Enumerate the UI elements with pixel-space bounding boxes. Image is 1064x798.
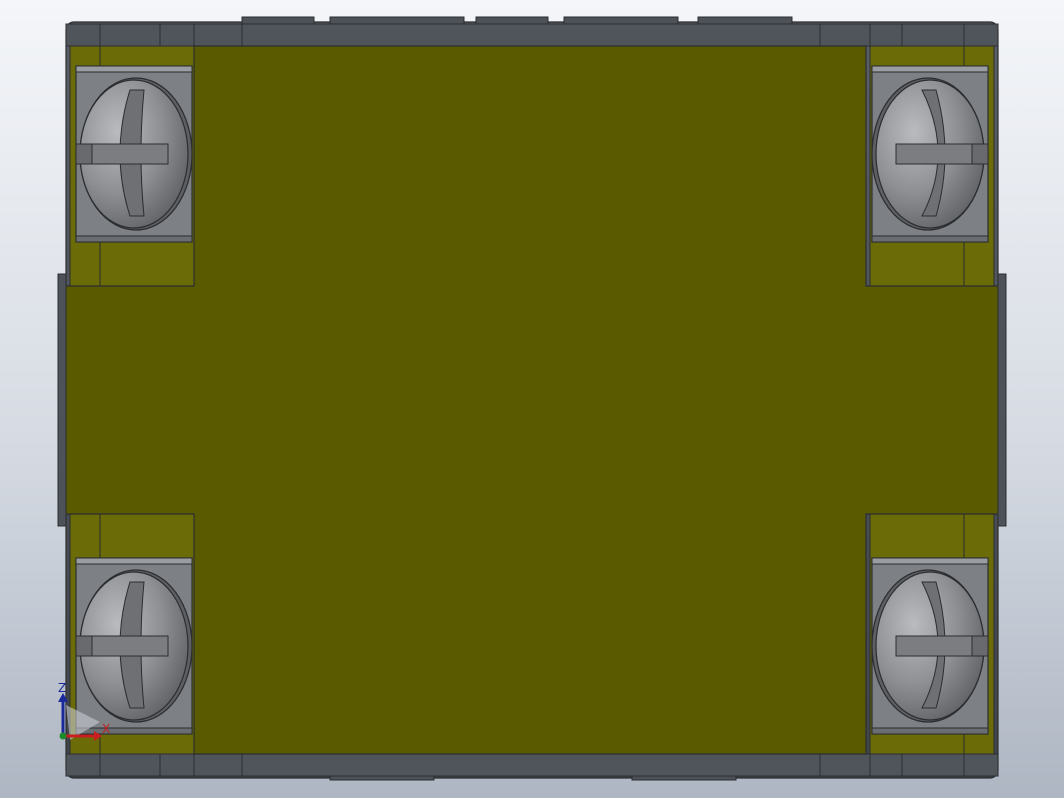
terminal-block-edge (75, 557, 193, 565)
terminal-block-base (871, 727, 989, 735)
terminal-top-left[interactable] (75, 65, 193, 243)
terminal-top-right[interactable] (871, 65, 989, 243)
terminal-block-edge (871, 65, 989, 73)
terminal-block-edge (75, 65, 193, 73)
top-rail (65, 23, 999, 47)
terminal-bottom-left[interactable] (75, 557, 193, 735)
cad-viewport[interactable]: Z X (0, 0, 1064, 798)
terminal-block-base (75, 235, 193, 243)
terminal-bottom-right[interactable] (871, 557, 989, 735)
terminal-block-edge (871, 557, 989, 565)
left-flange (57, 273, 67, 527)
bottom-rail (65, 753, 999, 777)
right-flange (997, 273, 1007, 527)
terminal-block-base (75, 727, 193, 735)
terminal-block-base (871, 235, 989, 243)
x-axis-label: X (102, 722, 110, 736)
model-canvas[interactable]: Z X (0, 0, 1064, 798)
y-axis-dot (59, 732, 67, 740)
relay-body[interactable] (59, 45, 1005, 755)
z-axis-label: Z (58, 681, 66, 695)
